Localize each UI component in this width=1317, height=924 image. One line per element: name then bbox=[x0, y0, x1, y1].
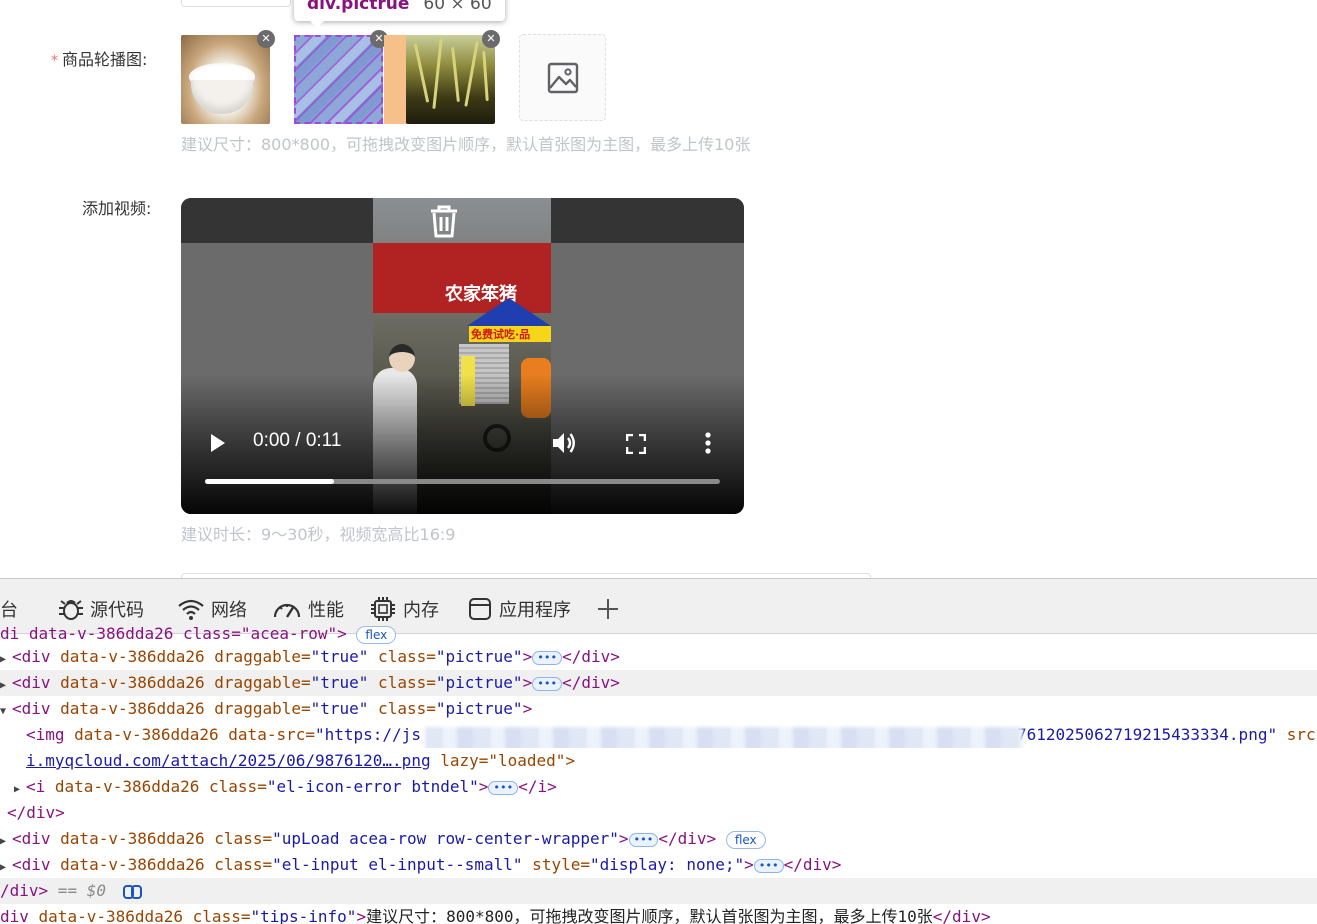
video-progress-fill bbox=[205, 479, 334, 484]
carousel-label: * 商品轮播图: bbox=[51, 50, 148, 69]
ellipsis-icon[interactable]: ••• bbox=[753, 858, 784, 873]
video-time: 0:00 / 0:11 bbox=[253, 430, 342, 451]
more-options-icon[interactable] bbox=[703, 432, 713, 454]
collapse-arrow-icon[interactable]: ▼ bbox=[0, 699, 12, 722]
tooltip-tag: div.pictrue bbox=[307, 0, 410, 14]
image-icon bbox=[547, 62, 578, 93]
ellipsis-icon[interactable]: ••• bbox=[532, 650, 563, 665]
rice-bowl-image bbox=[181, 35, 270, 124]
expand-arrow-icon[interactable]: ▶ bbox=[0, 855, 12, 878]
carousel-image-fabric[interactable]: ✕ bbox=[294, 30, 388, 124]
elements-tree: di data-v-386dda26 class="acea-row"> fle… bbox=[0, 624, 1317, 924]
chip-icon bbox=[371, 597, 395, 621]
tree-line-pictrue-3[interactable]: ▼ <div data-v-386dda26 draggable="true" c… bbox=[0, 696, 1317, 722]
video-tip: 建议时长：9～30秒，视频宽高比16:9 bbox=[181, 525, 456, 544]
video-label: 添加视频: bbox=[82, 199, 152, 218]
copilot-icon[interactable] bbox=[122, 883, 144, 901]
element-inspect-tooltip: div.pictrue 60 × 60 bbox=[294, 0, 505, 28]
tree-line-input[interactable]: ▶ <div data-v-386dda26 class="el-input el… bbox=[0, 852, 1317, 878]
video-progress-bar[interactable] bbox=[205, 479, 720, 484]
previous-input-edge[interactable] bbox=[181, 0, 291, 7]
tree-line-img[interactable]: <img data-v-386dda26 data-src="https://j… bbox=[0, 722, 1317, 748]
flex-badge[interactable]: flex bbox=[725, 830, 766, 849]
wifi-icon bbox=[178, 599, 204, 620]
expand-arrow-icon[interactable]: ▶ bbox=[0, 829, 12, 852]
tree-line-upload[interactable]: ▶ <div data-v-386dda26 class="upLoad acea… bbox=[0, 826, 1317, 852]
carousel-tip: 建议尺寸：800*800，可拖拽改变图片顺序，默认首张图为主图，最多上传10张 bbox=[181, 135, 751, 154]
image-edge-strip bbox=[384, 35, 408, 124]
rice-plant-image bbox=[406, 35, 495, 124]
trash-icon[interactable] bbox=[427, 204, 461, 238]
close-icon[interactable]: ✕ bbox=[482, 30, 500, 48]
close-icon[interactable]: ✕ bbox=[257, 30, 275, 48]
flex-badge[interactable]: flex bbox=[356, 625, 397, 644]
carousel-image-rice[interactable]: ✕ bbox=[181, 30, 275, 124]
image-src-link[interactable]: i.myqcloud.com/attach/2025/06/9876120….p… bbox=[26, 751, 431, 770]
fabric-image bbox=[294, 35, 383, 124]
tree-line-selected[interactable]: /div> == $0 bbox=[0, 878, 1317, 904]
fullscreen-icon[interactable] bbox=[626, 434, 646, 454]
tree-line-close[interactable]: </div> bbox=[0, 800, 1317, 826]
upload-image-button[interactable] bbox=[519, 34, 606, 121]
window-icon bbox=[469, 598, 491, 620]
tree-line-pictrue-2[interactable]: ▶ <div data-v-386dda26 draggable="true" c… bbox=[0, 670, 1317, 696]
expand-arrow-icon[interactable]: ▶ bbox=[14, 777, 26, 800]
video-player[interactable]: 农家笨猪 免费试吃·品 0:00 / 0:11 bbox=[181, 198, 744, 514]
tree-line-img-src[interactable]: i.myqcloud.com/attach/2025/06/9876120….p… bbox=[0, 748, 1317, 774]
carousel-image-plant[interactable]: ✕ bbox=[406, 30, 500, 124]
tree-line-pictrue-1[interactable]: ▶ <div data-v-386dda26 draggable="true" c… bbox=[0, 644, 1317, 670]
devtools-panel: 台 源代码 网络 性能 内存 应用程序 di data-v-386dda26 c… bbox=[0, 578, 1317, 924]
volume-icon[interactable] bbox=[551, 431, 577, 455]
gauge-icon bbox=[273, 603, 301, 618]
expand-arrow-icon[interactable]: ▶ bbox=[0, 673, 12, 696]
play-icon[interactable] bbox=[209, 432, 227, 454]
ellipsis-icon[interactable]: ••• bbox=[532, 676, 563, 691]
expand-arrow-icon[interactable]: ▶ bbox=[0, 647, 12, 670]
tree-line-icon[interactable]: ▶ <i data-v-386dda26 class="el-icon-error… bbox=[0, 774, 1317, 800]
redacted-url bbox=[425, 727, 1023, 748]
ellipsis-icon[interactable]: ••• bbox=[488, 780, 519, 795]
tree-line-tips[interactable]: div data-v-386dda26 class="tips-info">建议… bbox=[0, 904, 1317, 924]
required-asterisk: * bbox=[51, 53, 58, 69]
ellipsis-icon[interactable]: ••• bbox=[628, 832, 659, 847]
video-banner-text: 免费试吃·品 bbox=[471, 328, 531, 341]
plus-icon bbox=[598, 599, 618, 619]
bug-icon bbox=[59, 600, 83, 620]
tooltip-size: 60 × 60 bbox=[423, 0, 492, 14]
